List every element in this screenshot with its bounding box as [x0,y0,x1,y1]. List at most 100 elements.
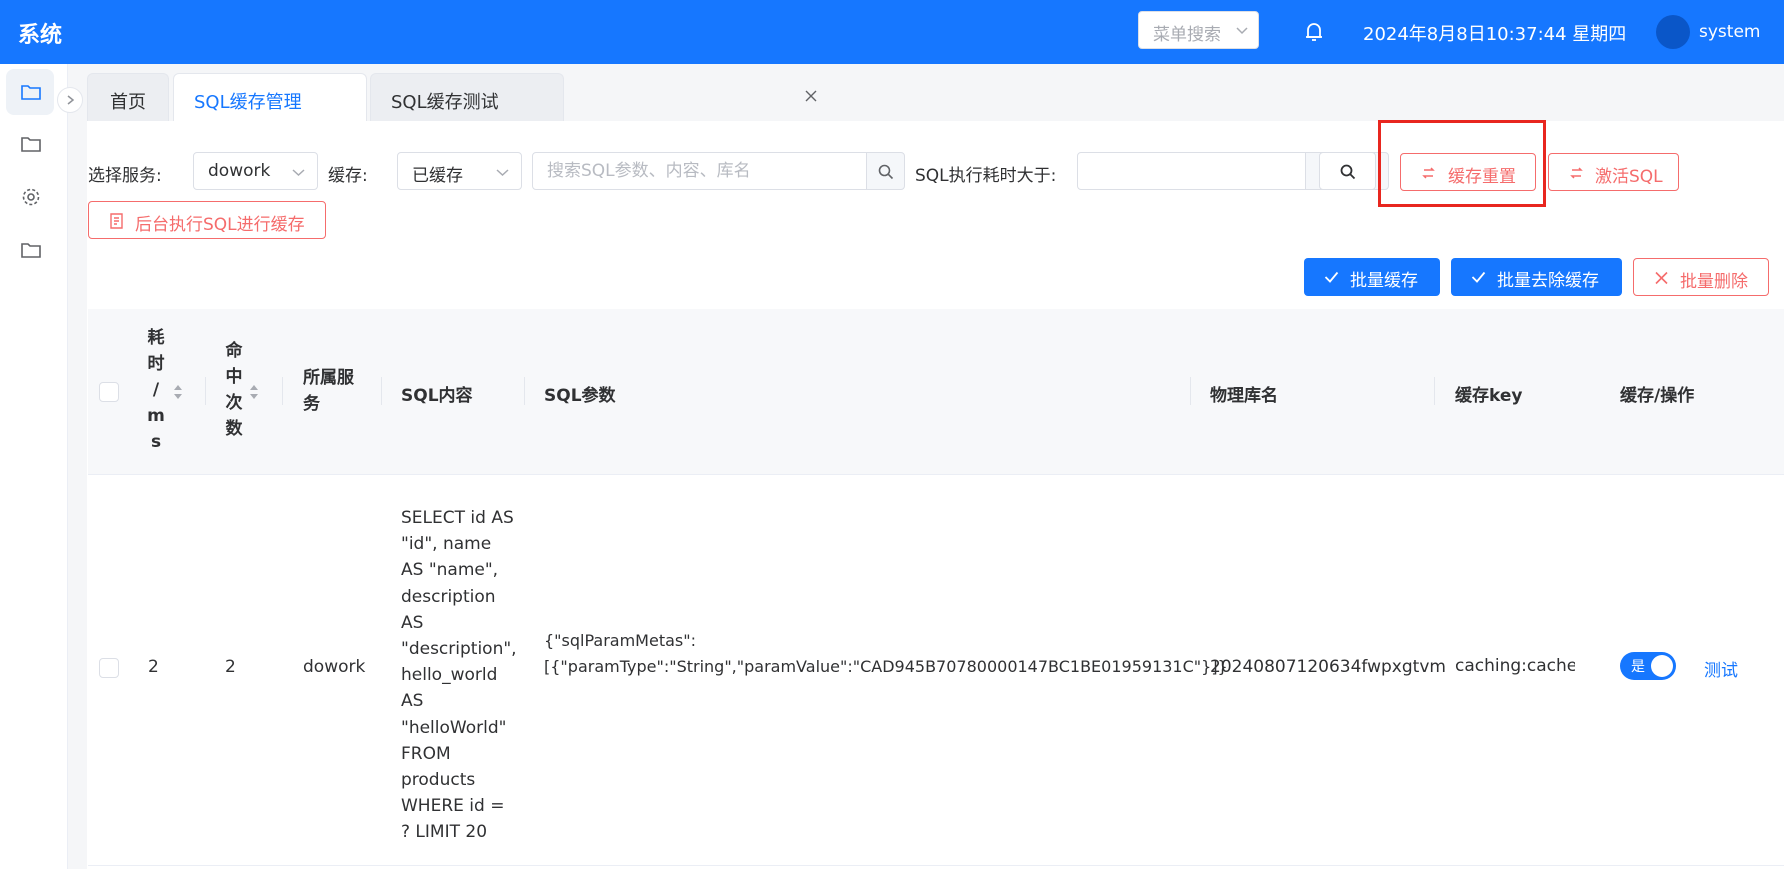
header-char: 中 [225,367,243,387]
sql-line: FROM [401,743,451,764]
menu-search-select[interactable]: 菜单搜索 [1138,11,1259,49]
refresh-icon [1570,167,1583,179]
header-separator [282,377,283,405]
cell-hits: 2 [225,657,236,677]
bell-icon[interactable] [1303,20,1325,44]
close-icon [1655,271,1668,285]
chevron-right-icon [67,95,75,105]
header-char: m [147,406,165,426]
select-all-checkbox[interactable] [99,382,119,402]
cache-toggle[interactable]: 是 [1620,652,1676,680]
sort-icon[interactable] [248,383,260,401]
cell-sql-params: {"sqlParamMetas": [{"paramType":"String"… [544,628,1228,680]
duration-label: SQL执行耗时大于: [915,166,1057,186]
test-link[interactable]: 测试 [1704,656,1738,681]
activate-sql-button[interactable]: 激活SQL [1548,153,1679,191]
gear-icon [22,188,40,206]
cache-select-value: 已缓存 [412,166,463,186]
username[interactable]: system [1699,22,1760,42]
document-icon [110,213,123,229]
avatar[interactable] [1656,15,1690,49]
service-label: 选择服务: [88,166,162,186]
sql-cache-table: 耗 时 / m s 命 中 次 数 所属服 务 SQL内容 SQL参数 物理库名… [88,309,1784,869]
sql-search-button[interactable] [866,152,905,190]
sql-line: description [401,586,496,607]
header-char: / [152,380,160,400]
header-duration[interactable]: 耗 时 / m s [147,325,165,455]
sidebar-item-folder-3[interactable] [6,227,54,273]
tab-home[interactable]: 首页 [87,73,169,121]
cell-service: dowork [303,657,366,677]
duration-search-button[interactable] [1319,152,1376,190]
top-header: 系统 菜单搜索 2024年8月8日10:37:44 星期四 system [0,0,1784,64]
cell-sql-content: SELECT id AS "id", name AS "name", descr… [401,505,517,846]
header-char: 数 [225,419,243,439]
duration-input[interactable] [1077,152,1307,190]
sql-line: AS "name", [401,560,499,581]
chevron-down-icon [1236,27,1248,35]
search-icon [878,164,894,180]
service-select-value: dowork [208,161,271,181]
toggle-knob [1651,655,1673,677]
cache-status-select[interactable]: 已缓存 [397,152,522,190]
sql-line: ? LIMIT 20 [401,822,488,843]
sql-line: "id", name [401,534,492,555]
sql-line: AS [401,691,424,712]
cell-cache-key: caching:cacheKey|20240807 [1455,656,1575,676]
search-icon [1340,164,1356,180]
sidebar-expand-button[interactable] [57,87,83,113]
sql-line: "description", [401,639,517,660]
param-line: {"sqlParamMetas": [544,631,696,650]
batch-uncache-label: 批量去除缓存 [1497,271,1599,291]
folder-icon [21,137,41,152]
header-char: 命 [225,341,243,361]
sidebar-item-folder-1[interactable] [6,69,54,115]
batch-uncache-button[interactable]: 批量去除缓存 [1451,258,1622,296]
header-separator [1190,377,1191,405]
header-line: 所属服 [303,368,354,388]
sidebar-item-settings[interactable] [6,174,54,220]
row-checkbox[interactable] [99,658,119,678]
check-icon [1471,271,1486,283]
header-hits[interactable]: 命 中 次 数 [225,338,243,442]
header-service: 所属服 务 [303,365,354,417]
service-select[interactable]: dowork [193,152,318,190]
header-sql-params: SQL参数 [544,386,616,406]
tab-sql-cache-test[interactable]: SQL缓存测试 [370,73,817,121]
sort-icon[interactable] [172,383,184,401]
background-exec-button[interactable]: 后台执行SQL进行缓存 [88,201,326,239]
header-separator [1434,377,1435,405]
sql-line: SELECT id AS [401,508,514,528]
check-icon [1324,271,1339,283]
close-icon[interactable] [804,89,818,103]
header-separator [524,377,525,405]
chevron-down-icon [496,169,509,177]
sql-line: hello_world [401,665,498,686]
folder-icon [21,85,41,100]
header-char: s [150,432,162,452]
batch-cache-label: 批量缓存 [1350,271,1418,291]
sql-search-input[interactable] [532,152,868,190]
sql-line: WHERE id = [401,796,505,817]
tab-label: SQL缓存管理 [194,92,302,113]
activate-sql-label: 激活SQL [1595,167,1663,187]
sidebar [0,64,68,869]
header-cache-ops: 缓存/操作 [1620,386,1695,406]
cache-label: 缓存: [328,166,368,186]
sql-line: "helloWorld" [401,717,507,738]
table-row: 2 2 dowork SELECT id AS "id", name AS "n… [88,476,1784,866]
batch-cache-button[interactable]: 批量缓存 [1304,258,1440,296]
batch-delete-label: 批量删除 [1680,272,1748,292]
sql-line: AS [401,612,424,633]
param-line: [{"paramType":"String","paramValue":"CAD… [544,657,1228,676]
sidebar-item-folder-2[interactable] [6,121,54,167]
header-char: 次 [225,393,243,413]
menu-search-placeholder: 菜单搜索 [1153,25,1221,45]
tab-label: 首页 [110,92,146,113]
batch-delete-button[interactable]: 批量删除 [1633,258,1769,296]
tab-sql-cache-management[interactable]: SQL缓存管理 [173,73,427,121]
folder-icon [21,243,41,258]
header-db-name: 物理库名 [1210,386,1278,406]
header-char: 时 [147,354,165,374]
header-line: 务 [303,394,320,414]
